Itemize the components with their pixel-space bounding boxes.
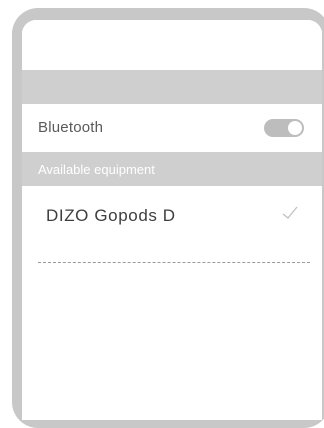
device-name: DIZO Gopods D — [46, 206, 176, 225]
bluetooth-label: Bluetooth — [38, 119, 104, 136]
divider — [38, 262, 310, 263]
status-area — [22, 20, 322, 70]
available-equipment-header: Available equipment — [22, 152, 322, 186]
device-item-dizo-gopods-d[interactable]: DIZO Gopods D — [22, 186, 322, 246]
phone-screen: Bluetooth Available equipment DIZO Gopod… — [22, 20, 322, 420]
check-icon — [282, 206, 298, 219]
toggle-knob — [288, 121, 302, 135]
bluetooth-row[interactable]: Bluetooth — [22, 104, 322, 152]
header-band — [22, 70, 322, 104]
available-equipment-label: Available equipment — [38, 162, 155, 177]
bluetooth-toggle[interactable] — [264, 119, 304, 137]
